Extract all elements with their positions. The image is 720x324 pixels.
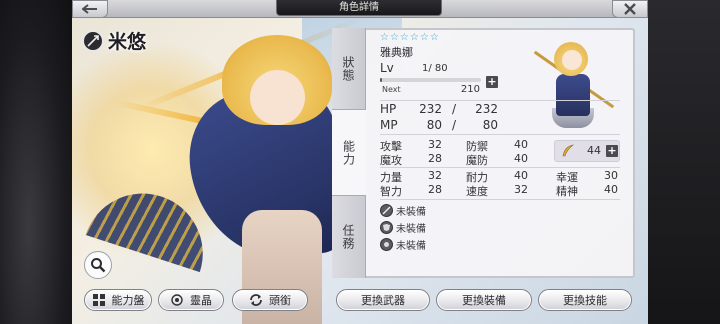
stat-value: 32 [514,183,528,196]
title-label: 頭銜 [269,294,291,307]
tab-quest[interactable]: 任務 [332,196,366,278]
stat-label: 精神 [556,185,578,198]
stat-label: 魔防 [466,154,488,167]
spirit-gem-icon [170,293,184,307]
spirit-button[interactable]: 靈晶 [158,289,224,311]
mp-label: MP [380,118,398,132]
exp-bar-fill [380,78,383,82]
stat-value: 28 [428,152,442,165]
mp-max: 80 [482,118,498,132]
change-gear-button[interactable]: 更換裝備 [436,289,532,311]
title-button[interactable]: 頭銜 [232,289,308,311]
grid-icon [92,293,106,307]
bonus-points-box: 44 + [554,140,620,162]
skill-slot[interactable]: 未裝備 [380,237,426,252]
tab-ability[interactable]: 能力 [332,110,366,196]
mp-separator: / [452,118,457,132]
ability-board-button[interactable]: 能力盤 [84,289,152,311]
stat-value: 28 [428,183,442,196]
stat-value: 32 [428,138,442,151]
back-arrow-icon [82,4,97,14]
character-chibi-portrait [518,36,618,136]
change-weapon-button[interactable]: 更換武器 [336,289,430,311]
bonus-points-value: 44 [587,144,601,157]
game-screen: 角色詳情 米悠 能力盤 靈晶 頭銜 更換武器 更換裝備 更換技能 狀態 能力 任… [0,0,720,324]
spirit-label: 靈晶 [190,294,212,307]
side-tabs: 狀態 能力 任務 [332,28,366,278]
stat-value: 40 [514,152,528,165]
change-skill-label: 更換技能 [563,294,607,307]
spear-class-icon [82,29,104,52]
panel-content: ☆☆☆☆☆☆ 雅典娜 Lv 1/ 80 + Next 210 HP 232 / … [370,30,632,276]
refresh-icon [249,293,263,307]
close-button[interactable] [612,0,648,18]
armor-slot-icon [380,221,393,234]
bonus-points-plus-button[interactable]: + [606,145,618,157]
ability-board-label: 能力盤 [111,294,145,307]
stat-value: 30 [604,169,618,182]
stat-label: 魔攻 [380,154,402,167]
skill-slot-icon [380,238,393,251]
next-label: Next [382,85,401,94]
art-face [250,70,305,125]
weapon-slot[interactable]: 未裝備 [380,203,426,218]
hp-max: 232 [475,102,498,116]
change-weapon-label: 更換武器 [361,294,405,307]
change-gear-label: 更換裝備 [462,294,506,307]
change-skill-button[interactable]: 更換技能 [538,289,632,311]
armor-slot-label: 未裝備 [396,224,426,235]
weapon-slot-icon [380,204,393,217]
skill-slot-label: 未裝備 [396,241,426,252]
next-exp-value: 210 [460,84,480,95]
mp-current: 80 [426,118,442,132]
level-up-plus-button[interactable]: + [486,76,498,88]
hp-current: 232 [419,102,442,116]
stat-value: 40 [514,138,528,151]
feather-icon [562,144,575,157]
tab-status[interactable]: 狀態 [332,28,366,110]
close-x-icon [624,3,636,15]
screen-title: 角色詳情 [276,0,442,16]
left-letterbox [0,0,72,324]
character-name: 雅典娜 [380,46,413,59]
character-display-name: 米悠 [108,31,147,53]
armor-slot[interactable]: 未裝備 [380,220,426,235]
level-label: Lv [380,61,394,75]
stat-value: 32 [428,169,442,182]
stat-value: 40 [514,169,528,182]
stat-value: 40 [604,183,618,196]
hp-label: HP [380,102,397,116]
weapon-slot-label: 未裝備 [396,207,426,218]
stat-label: 速度 [466,185,488,198]
level-value: 1/ 80 [422,63,448,74]
hp-separator: / [452,102,457,116]
stat-label: 智力 [380,185,402,198]
exp-bar [380,78,481,82]
zoom-button[interactable] [84,251,112,279]
back-button[interactable] [72,0,108,18]
magnifier-icon [91,258,106,273]
character-name-plate: 米悠 [82,27,146,54]
rarity-stars: ☆☆☆☆☆☆ [380,32,440,43]
right-letterbox [648,0,720,324]
